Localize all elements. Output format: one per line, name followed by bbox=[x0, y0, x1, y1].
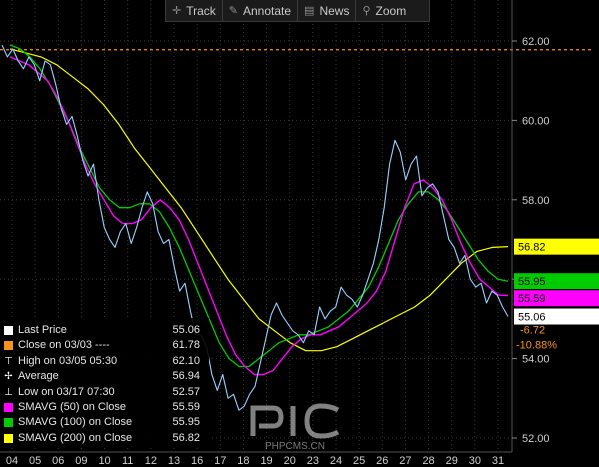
legend-value: 55.59 bbox=[172, 401, 200, 413]
annotate-button[interactable]: ✎ Annotate bbox=[221, 0, 297, 21]
legend-value: 62.10 bbox=[172, 354, 200, 367]
legend-value: 55.06 bbox=[172, 324, 200, 336]
chart-legend: Last Price 55.06 Close on 03/03 ---- 61.78 ⊤… bbox=[0, 318, 209, 446]
x-tick-label: 24 bbox=[330, 455, 342, 467]
watermark-logo: PHPCMS.CN bbox=[250, 403, 340, 452]
high-marker-icon: ⊤ bbox=[4, 355, 13, 367]
legend-item: Last Price 55.06 bbox=[4, 323, 204, 338]
average-marker-icon: ✢ bbox=[4, 371, 13, 383]
news-label: News bbox=[319, 3, 350, 18]
x-tick-label: 30 bbox=[469, 455, 481, 467]
newspaper-icon: ▤ bbox=[304, 4, 315, 17]
legend-value: 56.82 bbox=[172, 431, 200, 444]
x-tick-label: 05 bbox=[29, 455, 41, 467]
x-tick-label: 11 bbox=[122, 455, 133, 467]
legend-label: SMAVG (100) on Close bbox=[18, 416, 133, 429]
legend-label: Average bbox=[18, 370, 59, 383]
legend-label: SMAVG (50) on Close bbox=[18, 401, 127, 413]
legend-item: ⊥ Low on 03/17 07:30 52.57 bbox=[4, 385, 204, 400]
x-tick-label: 25 bbox=[353, 455, 365, 467]
price-tags: 56.82 55.95 55.59 55.06-6.72 -10.88% bbox=[514, 238, 599, 352]
change-value: -6.72 bbox=[520, 325, 545, 337]
x-tick-label: 31 bbox=[492, 455, 504, 467]
track-label: Track bbox=[186, 3, 216, 18]
zoom-button[interactable]: ⚲ Zoom bbox=[355, 0, 412, 21]
legend-value: 52.57 bbox=[172, 385, 200, 398]
legend-item: ⊤ High on 03/05 05:30 62.10 bbox=[4, 354, 204, 369]
x-tick-label: 04 bbox=[6, 455, 18, 467]
x-tick-label: 29 bbox=[446, 455, 458, 467]
sma50-tag: 55.59 bbox=[514, 290, 599, 307]
legend-swatch bbox=[4, 341, 13, 351]
legend-swatch bbox=[4, 403, 13, 412]
legend-item: SMAVG (100) on Close 55.95 bbox=[4, 415, 204, 430]
low-marker-icon: ⊥ bbox=[4, 386, 13, 398]
x-tick-label: 26 bbox=[376, 455, 388, 467]
annotate-label: Annotate bbox=[243, 3, 292, 18]
x-tick-label: 12 bbox=[145, 455, 157, 467]
legend-label: Close on 03/03 ---- bbox=[18, 339, 110, 352]
legend-item: ✢ Average 56.94 bbox=[4, 369, 204, 384]
legend-label: SMAVG (200) on Close bbox=[18, 431, 133, 444]
x-tick-label: 23 bbox=[307, 455, 319, 467]
legend-item: SMAVG (50) on Close 55.59 bbox=[4, 400, 204, 415]
svg-text:55.06: 55.06 bbox=[518, 312, 546, 324]
x-tick-label: 16 bbox=[191, 455, 203, 467]
y-tick-label: 54.00 bbox=[522, 354, 550, 366]
x-tick-label: 09 bbox=[75, 455, 87, 467]
svg-text:56.82: 56.82 bbox=[518, 242, 546, 254]
x-axis-ticks: 04 05 06 09 10 11 12 13 16 17 18 19 20 23 24 25 26 27 28 29… bbox=[6, 455, 504, 467]
y-tick-label: 60.00 bbox=[522, 115, 550, 127]
sma100-tag: 55.95 bbox=[514, 273, 599, 290]
y-tick-label: 58.00 bbox=[522, 195, 550, 207]
x-tick-label: 20 bbox=[284, 455, 296, 467]
zoom-label: Zoom bbox=[375, 3, 407, 18]
last-price-tag: 55.06 bbox=[514, 308, 599, 325]
svg-text:55.59: 55.59 bbox=[518, 293, 546, 305]
x-tick-label: 06 bbox=[52, 455, 64, 467]
legend-swatch bbox=[4, 433, 13, 443]
watermark-text: PHPCMS.CN bbox=[265, 441, 325, 452]
legend-swatch bbox=[4, 418, 13, 428]
x-tick-label: 13 bbox=[168, 455, 180, 467]
x-tick-label: 27 bbox=[399, 455, 411, 467]
y-tick-label: 62.00 bbox=[522, 36, 550, 48]
news-button[interactable]: ▤ News bbox=[297, 0, 355, 21]
crosshair-icon: ✛ bbox=[172, 4, 182, 17]
legend-item: Close on 03/03 ---- 61.78 bbox=[4, 338, 204, 353]
legend-value: 55.95 bbox=[172, 416, 200, 429]
x-tick-label: 19 bbox=[260, 455, 272, 467]
legend-label: Low on 03/17 07:30 bbox=[18, 385, 115, 398]
x-tick-label: 18 bbox=[237, 455, 249, 467]
x-tick-label: 10 bbox=[98, 455, 110, 467]
legend-label: High on 03/05 05:30 bbox=[18, 354, 118, 367]
legend-value: 61.78 bbox=[172, 339, 200, 352]
magnifier-icon: ⚲ bbox=[362, 4, 371, 17]
pen-icon: ✎ bbox=[228, 4, 238, 17]
x-tick-label: 17 bbox=[214, 455, 226, 467]
svg-text:55.95: 55.95 bbox=[518, 276, 546, 288]
sma200-tag: 56.82 bbox=[514, 238, 599, 255]
legend-value: 56.94 bbox=[172, 370, 200, 383]
legend-label: Last Price bbox=[18, 324, 67, 336]
x-tick-label: 28 bbox=[422, 455, 434, 467]
change-percent: -10.88% bbox=[516, 340, 557, 352]
chart-toolbar: ✛ Track ✎ Annotate ▤ News ⚲ Zoom bbox=[165, 0, 430, 22]
legend-swatch bbox=[4, 326, 13, 335]
legend-item: SMAVG (200) on Close 56.82 bbox=[4, 431, 204, 446]
track-button[interactable]: ✛ Track bbox=[166, 0, 222, 21]
y-tick-label: 52.00 bbox=[522, 433, 550, 445]
